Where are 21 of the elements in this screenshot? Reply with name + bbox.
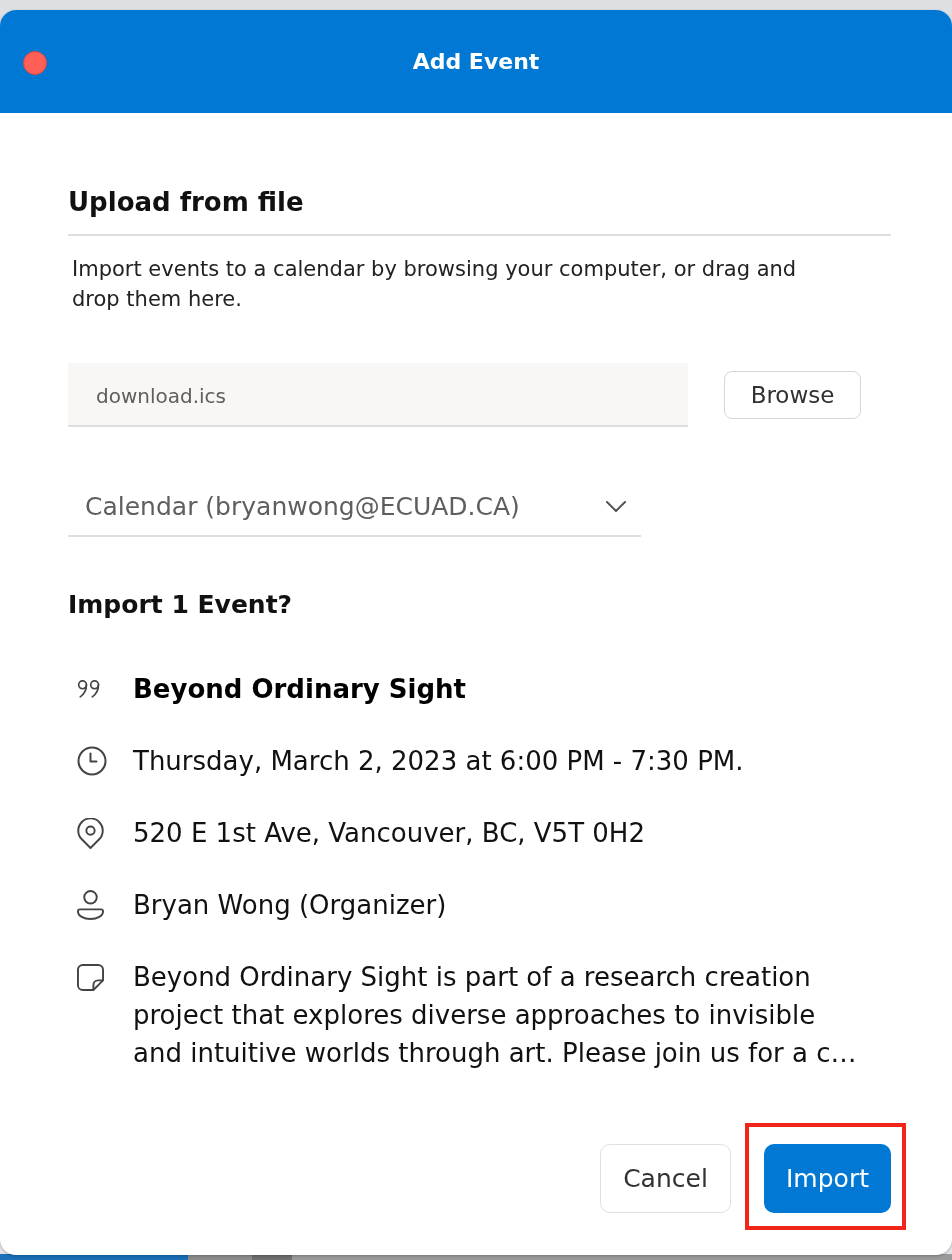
calendar-dropdown[interactable]: Calendar (bryanwong@ECUAD.CA) <box>68 477 641 537</box>
window-title: Add Event <box>412 47 540 76</box>
person-icon <box>77 890 104 920</box>
preview-heading: Import 1 Event? <box>68 589 294 621</box>
section-heading: Upload from file <box>68 185 891 236</box>
event-organizer: Bryan Wong (Organizer) <box>133 889 448 922</box>
quote-icon <box>77 679 102 699</box>
sticky-note-icon <box>77 963 104 991</box>
location-pin-icon <box>77 817 104 849</box>
description-text: Import events to a calendar by browsing your computer, or drag and drop them here. <box>71 256 798 313</box>
import-button[interactable]: Import <box>764 1144 891 1213</box>
browse-button[interactable]: Browse <box>724 371 861 419</box>
file-input-field[interactable]: download.ics <box>68 363 688 427</box>
event-location: 520 E 1st Ave, Vancouver, BC, V5T 0H2 <box>133 817 646 850</box>
clock-icon <box>77 746 107 776</box>
event-time: Thursday, March 2, 2023 at 6:00 PM - 7:30 PM. <box>133 745 745 778</box>
chevron-down-icon <box>606 500 626 512</box>
cancel-button[interactable]: Cancel <box>600 1144 731 1213</box>
close-icon[interactable] <box>23 51 47 75</box>
event-notes: Beyond Ordinary Sight is part of a research creation project that explores diverse approaches to invisible and intuitive worlds through art. Please join us for a c… <box>133 961 858 1070</box>
event-title: Beyond Ordinary Sight <box>133 673 467 706</box>
